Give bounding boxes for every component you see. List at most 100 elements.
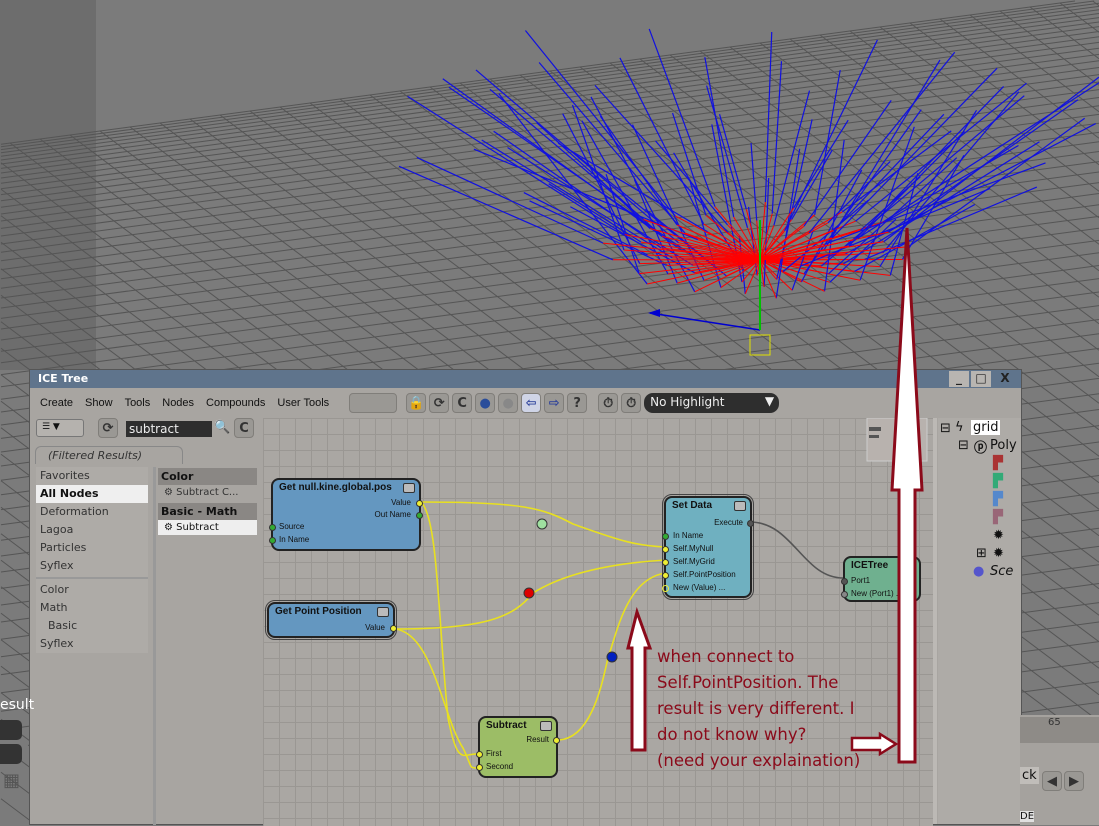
globe-icon[interactable]: ●	[475, 393, 495, 413]
menu-bar: Create Show Tools Nodes Compounds User T…	[30, 390, 1021, 416]
filtered-results-tab[interactable]: (Filtered Results)	[35, 446, 183, 464]
subcategory-syflex[interactable]: Syflex	[36, 635, 148, 653]
clear-search-icon[interactable]: C	[234, 418, 254, 438]
node-menu-icon[interactable]	[734, 501, 746, 511]
result-label: Subtract C...	[176, 487, 238, 498]
next-frame-icon[interactable]: ▶	[1064, 771, 1084, 791]
port-self-pointposition[interactable]: Self.PointPosition	[673, 570, 736, 579]
layout-bars-icon[interactable]	[349, 393, 397, 413]
window-title: ICE Tree	[38, 372, 88, 385]
highlight-dropdown[interactable]: No Highlight▼	[644, 393, 779, 413]
menu-show[interactable]: Show	[85, 397, 113, 409]
subcategory-basic[interactable]: Basic	[36, 617, 148, 635]
viewport-button[interactable]	[0, 720, 22, 740]
port-dot	[416, 500, 423, 507]
node-menu-icon[interactable]	[540, 721, 552, 731]
port-value[interactable]: Value	[391, 498, 411, 507]
stopwatch-clear-icon[interactable]: ⏱	[621, 393, 641, 413]
playback-button[interactable]: ck	[1020, 767, 1039, 784]
node-set-data[interactable]: Set Data Execute In Name Self.MyNull Sel…	[664, 496, 752, 598]
polymesh-icon: ⓟ	[974, 437, 987, 456]
port-source[interactable]: Source	[279, 522, 304, 531]
port-self-mygrid[interactable]: Self.MyGrid	[673, 557, 715, 566]
refresh-icon[interactable]: ⟳	[429, 393, 449, 413]
node-get-point-position[interactable]: Get Point Position Value	[267, 602, 395, 638]
view-mode-dropdown[interactable]: ☰ ▼	[36, 419, 84, 437]
compound-gear-icon: ⚙	[164, 487, 176, 498]
lock-icon[interactable]: 🔒	[406, 393, 426, 413]
scene-icon: ●	[973, 564, 984, 579]
gear-icon: ✹	[993, 528, 1004, 543]
subcategory-color[interactable]: Color	[36, 581, 148, 599]
tree-item-scene[interactable]: Sce	[990, 564, 1013, 579]
minimize-button[interactable]: _	[949, 371, 969, 387]
category-favorites[interactable]: Favorites	[36, 467, 148, 485]
stopwatch-icon[interactable]: ⏱	[598, 393, 618, 413]
gear-icon: ✹	[993, 546, 1004, 561]
layout-grid-icon[interactable]: ▦	[3, 770, 20, 791]
wire-marker-green	[537, 519, 547, 529]
port-first[interactable]: First	[486, 749, 502, 758]
result-item-subtract[interactable]: ⚙ Subtract	[158, 520, 257, 535]
prev-frame-icon[interactable]: ◀	[1042, 771, 1062, 791]
refresh-icon[interactable]: ⟳	[98, 418, 118, 438]
node-menu-icon[interactable]	[377, 607, 389, 617]
port-value[interactable]: Value	[365, 623, 385, 632]
menu-compounds[interactable]: Compounds	[206, 397, 265, 409]
wire-marker-red	[524, 588, 534, 598]
menu-nodes[interactable]: Nodes	[162, 397, 194, 409]
port-self-mynull[interactable]: Self.MyNull	[673, 544, 713, 553]
annotation-text: when connect to Self.PointPosition. The …	[657, 644, 860, 774]
category-lagoa[interactable]: Lagoa	[36, 521, 148, 539]
port-out-name[interactable]: Out Name	[375, 510, 411, 519]
close-button[interactable]: X	[995, 371, 1015, 387]
result-group-header: Color	[158, 468, 257, 485]
apple-icon[interactable]: ●	[498, 393, 518, 413]
node-menu-icon[interactable]	[903, 561, 915, 571]
back-arrow-icon[interactable]: ⇦	[521, 393, 541, 413]
node-menu-icon[interactable]	[403, 483, 415, 493]
tree-item-polymesh[interactable]: Poly	[990, 438, 1017, 453]
tree-expand-icon[interactable]: ⊞	[976, 546, 987, 561]
port-result[interactable]: Result	[526, 735, 549, 744]
category-deformation[interactable]: Deformation	[36, 503, 148, 521]
ice-tree-window: ICE Tree _ □ X Create Show Tools Nodes C…	[29, 369, 1022, 825]
cluster-icon: ▛	[993, 492, 1003, 507]
maximize-button[interactable]: □	[971, 371, 991, 387]
port-in-name[interactable]: In Name	[673, 531, 703, 540]
port-execute[interactable]: Execute	[714, 518, 743, 527]
cluster-icon: ▛	[993, 510, 1003, 525]
port-port1[interactable]: Port1	[851, 576, 870, 585]
tree-collapse-icon[interactable]: ⊟	[958, 438, 969, 453]
port-new-port1[interactable]: New (Port1) ...	[851, 589, 903, 598]
result-item-subtract-color[interactable]: ⚙ Subtract C...	[158, 485, 257, 500]
tree-item-grid[interactable]: grid	[971, 420, 1000, 435]
category-list: Favorites All Nodes Deformation Lagoa Pa…	[36, 467, 148, 653]
chevron-down-icon: ▼	[765, 394, 774, 408]
search-input[interactable]	[126, 421, 212, 437]
help-icon[interactable]: ?	[567, 393, 587, 413]
viewport-button[interactable]	[0, 744, 22, 764]
cluster-icon: ▛	[993, 456, 1003, 471]
result-label: Subtract	[176, 522, 219, 533]
tree-collapse-icon[interactable]: ⊟	[940, 421, 951, 436]
category-particles[interactable]: Particles	[36, 539, 148, 557]
window-titlebar[interactable]: ICE Tree _ □ X	[30, 370, 1021, 388]
port-in-name[interactable]: In Name	[279, 535, 309, 544]
port-new-value[interactable]: New (Value) ...	[673, 583, 725, 592]
forward-arrow-icon[interactable]: ⇨	[544, 393, 564, 413]
port-second[interactable]: Second	[486, 762, 513, 771]
menu-create[interactable]: Create	[40, 397, 73, 409]
clear-icon[interactable]: C	[452, 393, 472, 413]
menu-user-tools[interactable]: User Tools	[277, 397, 329, 409]
menu-tools[interactable]: Tools	[125, 397, 151, 409]
node-icetree[interactable]: ICETree Port1 New (Port1) ...	[843, 556, 921, 602]
node-subtract[interactable]: Subtract Result First Second	[478, 716, 558, 778]
node-get-null[interactable]: Get null.kine.global.pos Value Out Name …	[271, 478, 421, 551]
status-text: DE	[1020, 811, 1034, 822]
category-all-nodes[interactable]: All Nodes	[36, 485, 148, 503]
search-icon[interactable]: 🔍	[214, 420, 230, 435]
category-syflex[interactable]: Syflex	[36, 557, 148, 575]
subcategory-math[interactable]: Math	[36, 599, 148, 617]
result-group-header: Basic - Math	[158, 503, 257, 520]
